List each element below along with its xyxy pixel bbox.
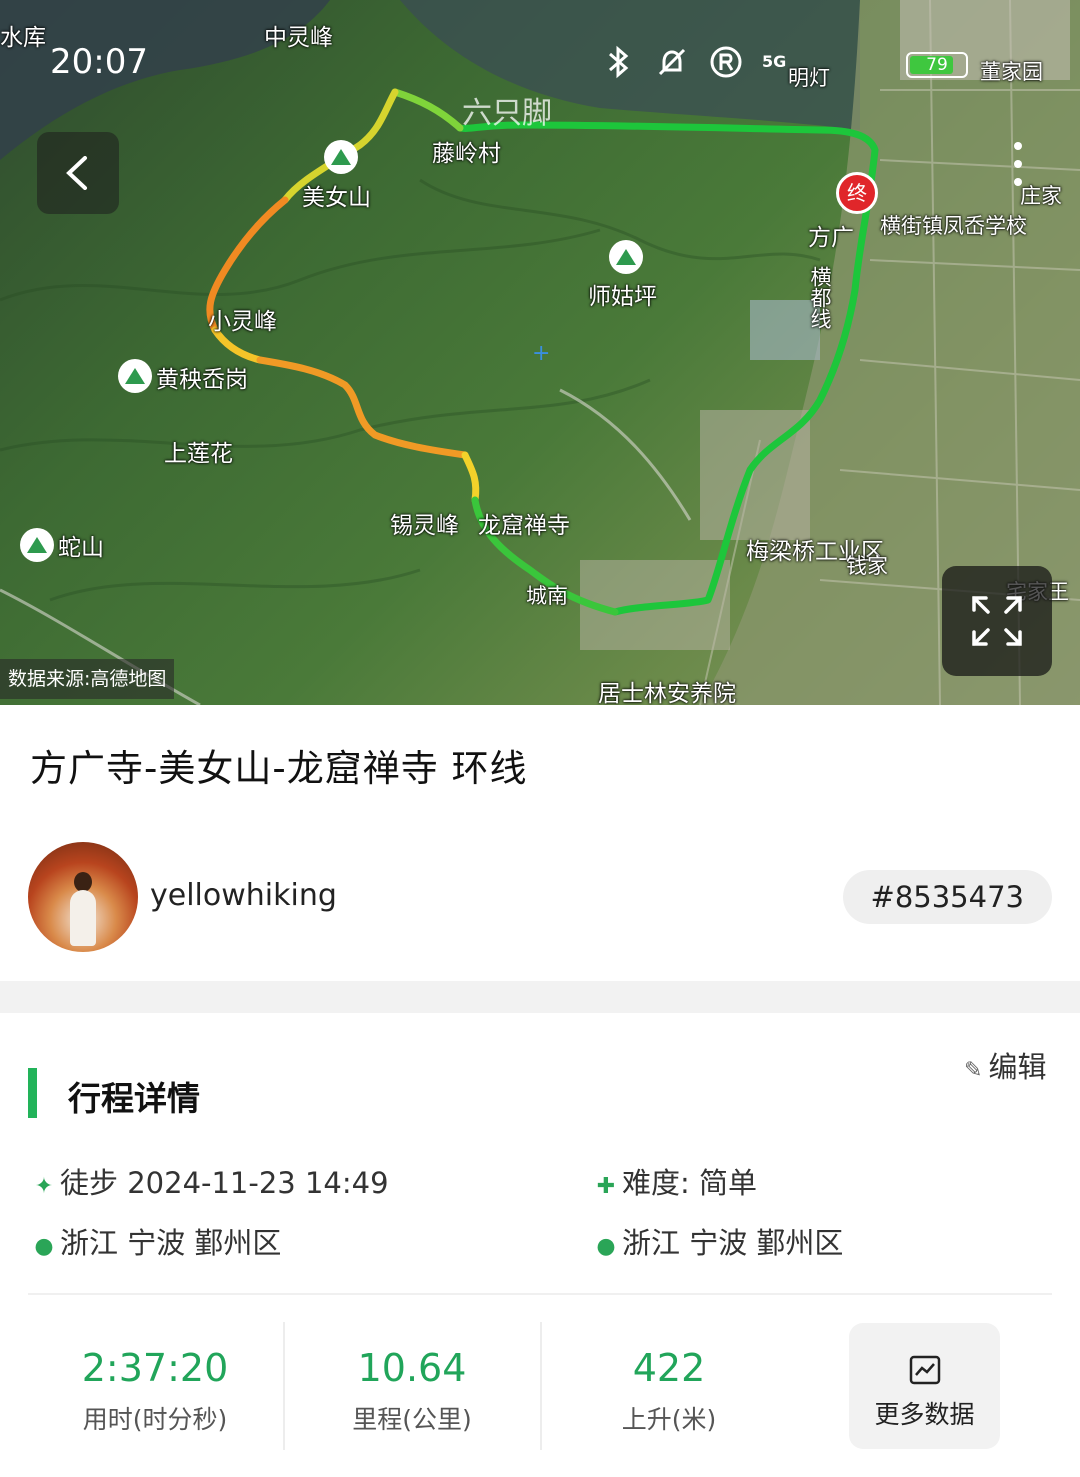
map-label-tenglingcun: 藤岭村 (432, 141, 501, 167)
more-menu-button[interactable] (998, 132, 1038, 214)
stat-ascent-label: 上升(米) (621, 1405, 717, 1434)
status-icons: 5G (600, 44, 786, 80)
username[interactable]: yellowhiking (150, 878, 337, 913)
stats-divider (28, 1293, 1052, 1295)
section-title: 行程详情 (68, 1079, 200, 1118)
map-label-hengjiexian: 横都线 (808, 266, 832, 329)
peak-marker-icon[interactable] (609, 240, 643, 274)
expand-icon (972, 596, 1022, 646)
network-indicator: 5G (762, 52, 787, 71)
dot-icon (1014, 142, 1022, 150)
map-label-shanglianhua: 上莲花 (164, 441, 233, 467)
map-label-chengnan: 城南 (526, 584, 568, 608)
crosshair-icon: + (532, 341, 551, 366)
stat-distance-label: 里程(公里) (352, 1405, 472, 1434)
map-label-huangqiuling: 黄秧岙岗 (156, 367, 248, 393)
map-label-mingguang: 明灯 (788, 66, 830, 90)
edit-button[interactable]: ✎ 编辑 (964, 1044, 1046, 1086)
map-label-sheshan: 蛇山 (58, 535, 104, 561)
chart-icon (909, 1355, 940, 1385)
activity-text: 徒步 2024-11-23 14:49 (60, 1166, 389, 1200)
stat-duration-label: 用时(时分秒) (82, 1405, 228, 1434)
map-label-dongjiayuan: 董家园 (980, 60, 1043, 84)
watermark-text: 六只脚 (462, 96, 552, 131)
peak-marker-icon[interactable] (20, 528, 54, 562)
stat-ascent-value: 422 (632, 1346, 706, 1390)
more-data-label: 更多数据 (874, 1400, 975, 1429)
avatar[interactable] (28, 842, 138, 952)
back-button[interactable] (37, 132, 119, 214)
start-location-text: 浙江 宁波 鄞州区 (60, 1226, 282, 1260)
map-label-meinvshan: 美女山 (302, 185, 371, 211)
stat-duration: 2:37:20 用时(时分秒) (28, 1322, 282, 1450)
end-location-info: ● 浙江 宁波 鄞州区 (594, 1220, 843, 1262)
map-source-label: 数据来源:高德地图 (0, 659, 175, 699)
section-divider (0, 981, 1080, 1013)
map-label-xiaolingfeng: 小灵峰 (208, 309, 277, 335)
dot-icon (1014, 178, 1022, 186)
activity-info: ✦ 徒步 2024-11-23 14:49 (32, 1160, 389, 1202)
stat-duration-value: 2:37:20 (81, 1346, 229, 1390)
map-label-zhonglingfeng: 中灵峰 (264, 25, 333, 51)
puzzle-icon: ✚ (596, 1174, 616, 1199)
avatar-body (70, 890, 96, 946)
route-title: 方广寺-美女山-龙窟禅寺 环线 (30, 747, 528, 790)
map-label-longku: 龙窟禅寺 (478, 513, 570, 539)
stat-ascent: 422 上升(米) (542, 1322, 796, 1450)
track-id-badge[interactable]: #8535473 (842, 870, 1052, 924)
edit-label: 编辑 (988, 1050, 1047, 1084)
map-label-school: 横街镇凤岙学校 (880, 214, 1027, 238)
status-time: 20:07 (50, 42, 148, 82)
fullscreen-button[interactable] (942, 566, 1052, 676)
edit-icon: ✎ (964, 1058, 983, 1083)
battery-level: 79 (926, 55, 948, 75)
stat-distance: 10.64 里程(公里) (285, 1322, 539, 1450)
hiker-icon: ✦ (34, 1174, 54, 1199)
difficulty-text: 难度: 简单 (622, 1166, 757, 1200)
map-label-xilingfeng: 锡灵峰 (390, 513, 459, 539)
map-label-fangguang: 方广 (808, 225, 854, 251)
difficulty-info: ✚ 难度: 简单 (594, 1160, 757, 1202)
chevron-left-icon (66, 156, 87, 190)
end-location-icon: ● (596, 1234, 616, 1259)
map-label-reservoir: 水库 (0, 25, 46, 51)
dot-icon (1014, 160, 1022, 168)
author-row[interactable]: yellowhiking #8535473 (28, 842, 1052, 952)
peak-marker-icon[interactable] (324, 140, 358, 174)
map-label-qianjia: 钱家 (846, 554, 888, 578)
bluetooth-icon (600, 44, 636, 80)
registered-icon (708, 44, 744, 80)
peak-marker-icon[interactable] (118, 359, 152, 393)
end-marker-icon[interactable]: 终 (836, 172, 878, 214)
start-location-icon: ● (34, 1234, 54, 1259)
avatar-head (74, 872, 92, 892)
more-data-button[interactable]: 更多数据 (849, 1323, 1000, 1449)
stat-distance-value: 10.64 (357, 1346, 467, 1390)
route-map[interactable]: 20:07 5G 79 水库 中灵峰 六只脚 藤岭村 美女山 师姑坪 小灵峰 黄… (0, 0, 1080, 705)
mute-icon (654, 44, 690, 80)
start-location-info: ● 浙江 宁波 鄞州区 (32, 1220, 281, 1262)
end-location-text: 浙江 宁波 鄞州区 (622, 1226, 844, 1260)
map-label-shigu: 师姑坪 (588, 284, 657, 310)
section-accent-bar (28, 1068, 37, 1118)
map-label-jushilin: 居士林安养院 (598, 681, 736, 705)
battery-indicator: 79 (906, 52, 968, 78)
